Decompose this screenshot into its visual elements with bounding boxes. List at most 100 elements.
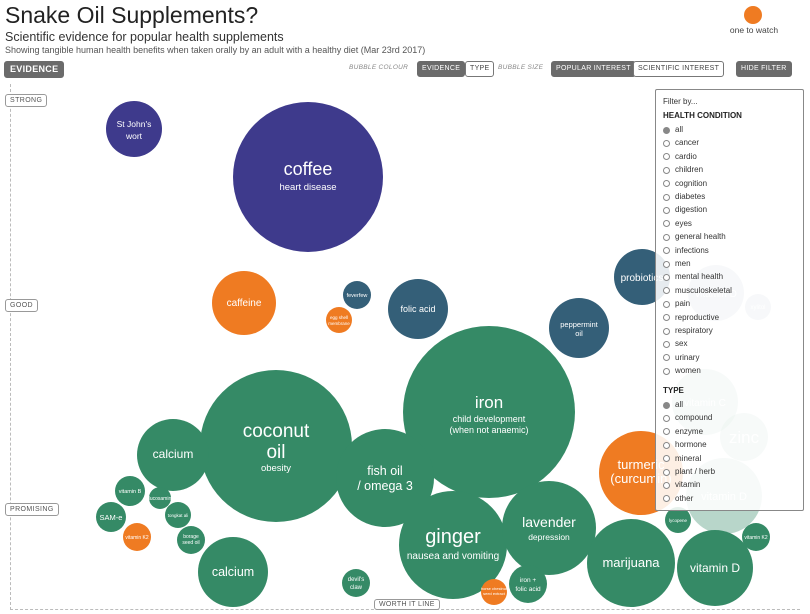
bubble-marijuana[interactable]: marijuana [587, 519, 675, 607]
type-option[interactable]: hormone [663, 439, 707, 451]
health-condition-option[interactable]: women [663, 365, 701, 377]
radio-icon[interactable] [663, 367, 670, 375]
bubble-label: folic acid [400, 304, 435, 314]
bubble-circle[interactable] [326, 307, 352, 333]
health-condition-option[interactable]: men [663, 258, 691, 270]
bubble-horse-chestnut-seed-extract[interactable]: horse chestnutseed extract [481, 579, 508, 605]
bubble-label: depression [528, 532, 570, 542]
radio-icon[interactable] [663, 153, 670, 161]
radio-icon[interactable] [663, 126, 670, 134]
bubble-iron-folic-acid[interactable]: iron + folic acid [509, 565, 547, 603]
radio-icon[interactable] [663, 273, 670, 281]
bubble-vitamin-k2[interactable]: vitamin K2 [742, 523, 770, 551]
radio-icon[interactable] [663, 414, 670, 422]
bubble-label: seed oil [182, 540, 199, 546]
type-option-label: compound [675, 413, 713, 423]
health-condition-option[interactable]: general health [663, 231, 726, 243]
radio-icon[interactable] [663, 300, 670, 308]
bubble-caffeine[interactable]: caffeine [212, 271, 276, 335]
bubble-peppermint-oil[interactable]: peppermintoil [549, 298, 609, 358]
bubble-lavender[interactable]: lavender depression [502, 481, 596, 575]
health-condition-option[interactable]: infections [663, 245, 709, 257]
radio-icon[interactable] [663, 495, 670, 503]
radio-icon[interactable] [663, 455, 670, 463]
radio-icon[interactable] [663, 287, 670, 295]
filter-panel: Filter by... HEALTH CONDITION all cancer c… [655, 89, 804, 511]
health-condition-option-label: diabetes [675, 192, 706, 201]
type-option-label: enzyme [675, 426, 704, 436]
bubble-label: heart disease [279, 182, 336, 193]
health-condition-option[interactable]: pain [663, 298, 690, 310]
radio-icon[interactable] [663, 441, 670, 449]
health-condition-option[interactable]: children [663, 164, 703, 176]
bubble-tongkat-ali[interactable]: tongkat ali [165, 502, 191, 528]
health-condition-option[interactable]: all [663, 124, 683, 136]
bubble-circle[interactable] [342, 569, 370, 597]
radio-icon[interactable] [663, 354, 670, 362]
bubble-borage-seed-oil[interactable]: borageseed oil [177, 526, 205, 554]
bubble-st-john-s-wort[interactable]: St John's wort [106, 101, 162, 157]
type-option-label: mineral [675, 453, 702, 463]
radio-icon[interactable] [663, 260, 670, 268]
type-option[interactable]: all [663, 399, 683, 411]
bubble-coffee[interactable]: coffee heart disease [233, 102, 383, 252]
bubble-devil-s-claw[interactable]: devil's claw [342, 569, 370, 597]
health-condition-option[interactable]: cardio [663, 151, 697, 163]
bubble-vitamin-d[interactable]: vitamin D [677, 530, 753, 606]
health-condition-option[interactable]: digestion [663, 204, 707, 216]
radio-icon[interactable] [663, 481, 670, 489]
bubble-label: calcium [153, 447, 194, 461]
health-condition-option[interactable]: mental health [663, 271, 723, 283]
bubble-calcium[interactable]: calcium [198, 537, 268, 607]
radio-icon[interactable] [663, 233, 670, 241]
health-condition-option[interactable]: reproductive [663, 312, 719, 324]
radio-icon[interactable] [663, 180, 670, 188]
bubble-vitamin-b[interactable]: vitamin B [115, 476, 145, 506]
radio-icon[interactable] [663, 220, 670, 228]
bubble-folic-acid[interactable]: folic acid [388, 279, 448, 339]
bubble-circle[interactable] [106, 101, 162, 157]
health-condition-option[interactable]: musculoskeletal [663, 285, 732, 297]
bubble-egg-shell-membrane[interactable]: egg shellmembrane [326, 307, 352, 333]
bubble-label: oil [575, 329, 583, 338]
type-option[interactable]: other [663, 493, 693, 505]
radio-icon[interactable] [663, 468, 670, 476]
bubble-label: glucosamine [146, 496, 174, 502]
radio-icon[interactable] [663, 166, 670, 174]
bubble-feverfew[interactable]: feverfew [343, 281, 371, 309]
bubble-sam-e[interactable]: SAM-e [96, 502, 126, 532]
health-condition-option[interactable]: urinary [663, 352, 699, 364]
type-option[interactable]: enzyme [663, 426, 703, 438]
bubble-circle[interactable] [509, 565, 547, 603]
radio-icon[interactable] [663, 206, 670, 214]
bubble-label: claw [350, 585, 363, 591]
bubble-label: iron [475, 393, 503, 412]
radio-icon[interactable] [663, 401, 670, 409]
health-condition-option-label: digestion [675, 205, 708, 215]
health-condition-option[interactable]: cognition [663, 178, 707, 190]
type-option[interactable]: mineral [663, 453, 701, 465]
radio-icon[interactable] [663, 428, 670, 436]
health-condition-option[interactable]: respiratory [663, 325, 713, 337]
bubble-label: coffee [284, 159, 333, 179]
radio-icon[interactable] [663, 247, 670, 255]
radio-icon[interactable] [663, 193, 670, 201]
health-condition-option[interactable]: diabetes [663, 191, 705, 203]
health-condition-option[interactable]: cancer [663, 137, 699, 149]
bubble-label: folic acid [515, 586, 541, 593]
health-condition-heading: HEALTH CONDITION [663, 111, 742, 120]
bubble-vitamin-k2[interactable]: vitamin K2 [123, 523, 151, 551]
radio-icon[interactable] [663, 139, 670, 147]
type-option[interactable]: plant / herb [663, 466, 715, 478]
radio-icon[interactable] [663, 314, 670, 322]
bubble-coconut-oil[interactable]: coconutoilobesity [200, 370, 352, 522]
radio-icon[interactable] [663, 340, 670, 348]
type-option[interactable]: vitamin [663, 479, 700, 491]
radio-icon[interactable] [663, 327, 670, 335]
type-option[interactable]: compound [663, 412, 712, 424]
bubble-calcium[interactable]: calcium [137, 419, 209, 491]
health-condition-option[interactable]: eyes [663, 218, 692, 230]
health-condition-option-label: cardio [675, 151, 697, 161]
health-condition-option[interactable]: sex [663, 338, 687, 350]
health-condition-option-label: women [675, 366, 701, 376]
